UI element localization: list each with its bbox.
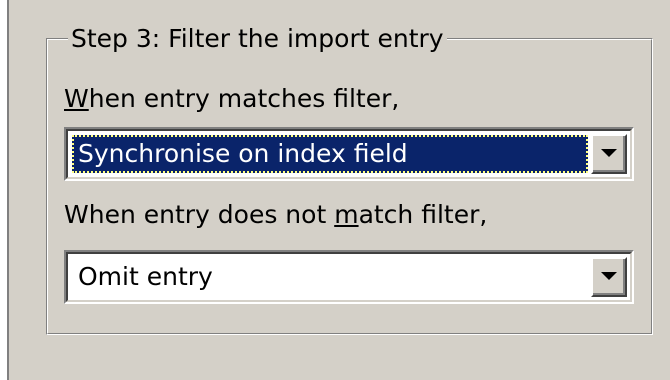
match-label-mnemonic: W [64,84,89,113]
chevron-down-icon [601,149,617,157]
group-title: Step 3: Filter the import entry [68,22,447,56]
chevron-down-icon [601,272,617,280]
no-match-label-mnemonic: m [334,200,359,229]
no-match-dropdown-value[interactable]: Omit entry [72,258,219,296]
match-label-text: hen entry matches filter, [88,84,400,113]
match-action-dropdown[interactable]: Synchronise on index field [64,127,634,181]
no-match-label-before: When entry does not [64,200,335,229]
no-match-filter-label: When entry does not match filter, [64,199,487,231]
no-match-dropdown-field: Omit entry [66,252,632,302]
match-dropdown-field: Synchronise on index field [66,129,632,179]
no-match-label-after: atch filter, [358,200,488,229]
window-left-edge [0,0,9,380]
match-filter-label: When entry matches filter, [64,83,399,115]
no-match-action-dropdown[interactable]: Omit entry [64,250,634,304]
no-match-dropdown-button[interactable] [591,257,627,297]
match-dropdown-button[interactable] [591,134,627,174]
match-dropdown-value[interactable]: Synchronise on index field [72,135,588,173]
